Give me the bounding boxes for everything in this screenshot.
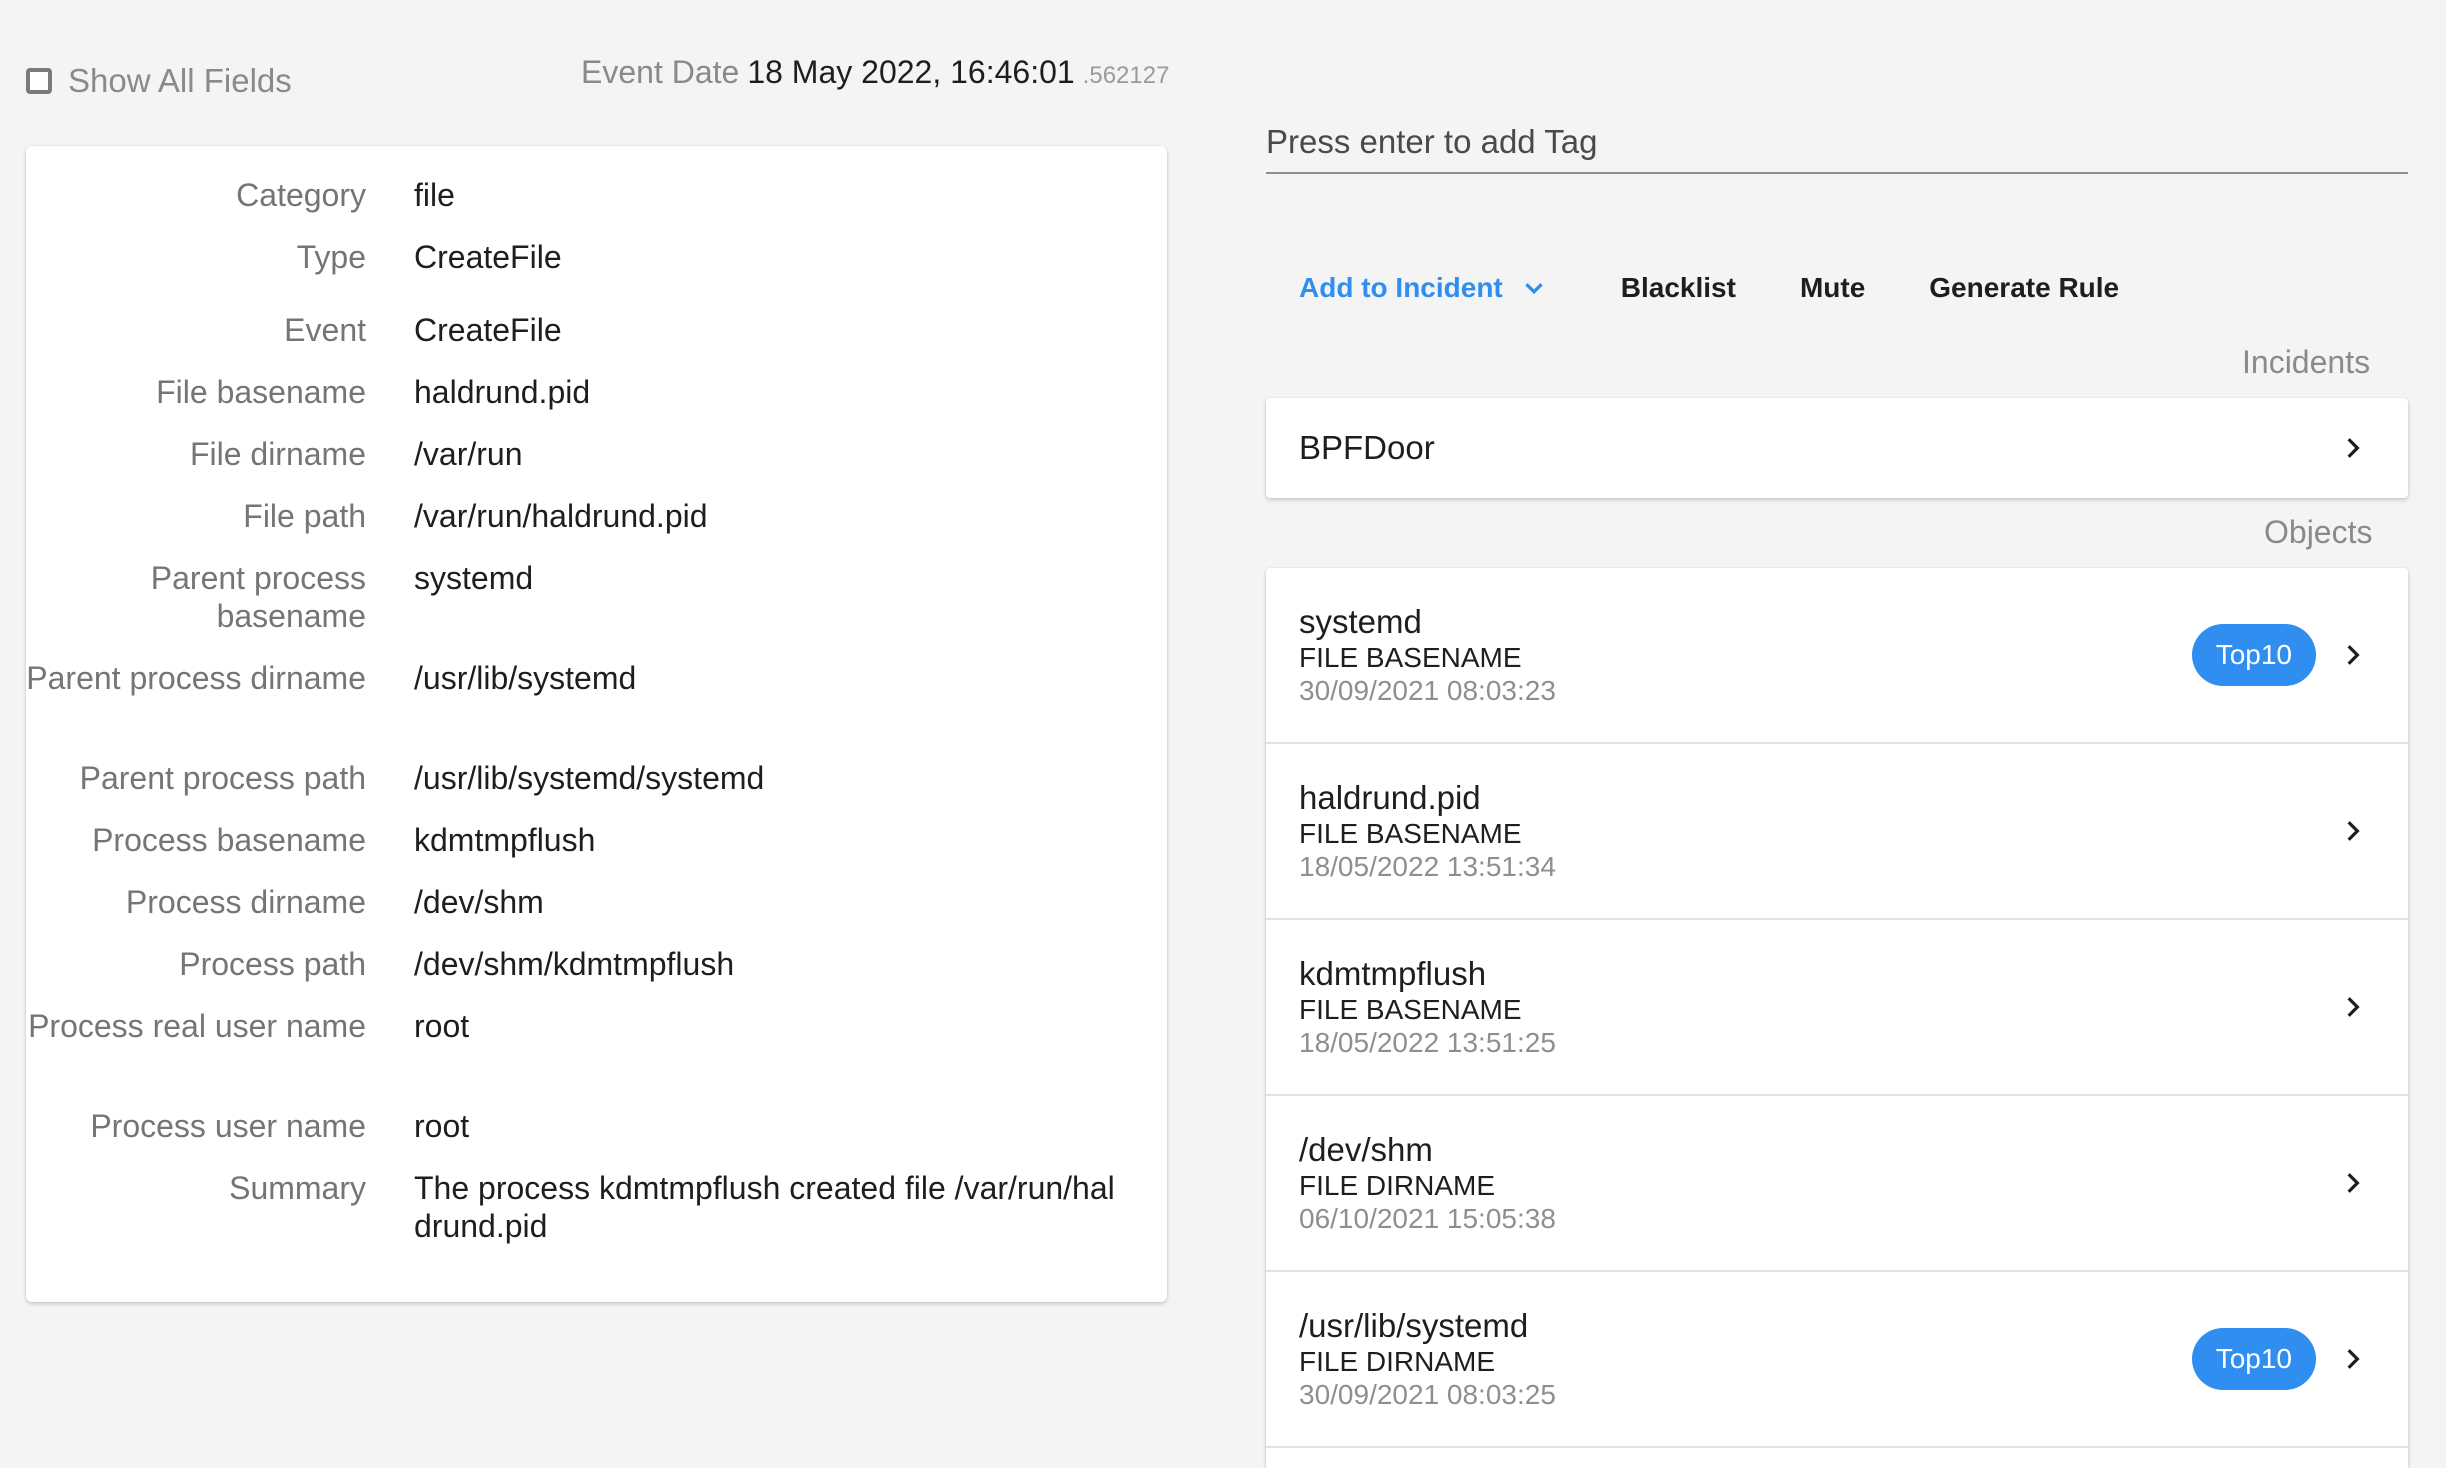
field-label: File dirname (189, 436, 366, 472)
action-bar: Add to Incident Blacklist Mute Generate … (1299, 272, 2183, 304)
field-value: root (414, 1008, 470, 1044)
chevron-right-icon (2347, 821, 2360, 841)
chevron-right-icon (2347, 645, 2360, 665)
field-row: Parent process path /usr/lib/systemd/sys… (26, 759, 1167, 821)
field-row: Type CreateFile (26, 238, 1167, 311)
blacklist-button[interactable]: Blacklist (1621, 272, 1736, 304)
field-value: /var/run/haldrund.pid (414, 498, 708, 534)
object-item[interactable]: systemd FILE BASENAME 30/09/2021 08:03:2… (1266, 568, 2408, 744)
objects-list: systemd FILE BASENAME 30/09/2021 08:03:2… (1266, 568, 2408, 1468)
field-label: Process user name (90, 1108, 366, 1144)
show-all-fields-label: Show All Fields (68, 62, 292, 99)
object-type: FILE BASENAME (1299, 642, 1522, 673)
top10-badge: Top10 (2191, 1328, 2316, 1390)
chevron-down-icon (1525, 283, 1543, 295)
field-row: Process user name root (26, 1107, 1167, 1169)
field-row: Summary The process kdmtmpflush created … (26, 1169, 1167, 1269)
field-value: /usr/lib/systemd/systemd (414, 760, 765, 796)
object-item[interactable]: /dev/shm FILE DIRNAME 06/10/2021 15:05:3… (1266, 1096, 2408, 1272)
object-date: 06/10/2021 15:05:38 (1299, 1203, 1556, 1234)
object-type: FILE DIRNAME (1299, 1346, 1496, 1377)
field-label: File path (243, 498, 366, 534)
field-value: root (414, 1108, 470, 1144)
object-type: FILE DIRNAME (1299, 1170, 1496, 1201)
field-value: /usr/lib/systemd (414, 660, 637, 696)
field-row: Category file (26, 176, 1167, 238)
object-name: kdmtmpflush (1299, 955, 1487, 992)
object-type: FILE BASENAME (1299, 818, 1522, 849)
incident-item[interactable]: BPFDoor (1266, 398, 2408, 498)
event-date-value: 18 May 2022, 16:46:01 (747, 54, 1075, 90)
field-label: Event (284, 312, 366, 348)
object-type: FILE BASENAME (1299, 994, 1522, 1025)
chevron-right-icon (2347, 1349, 2360, 1369)
field-label: Process basename (92, 822, 366, 858)
field-value: file (414, 177, 455, 213)
field-label: Process dirname (125, 884, 366, 920)
add-to-incident-dropdown[interactable]: Add to Incident (1299, 272, 1547, 304)
field-row: Parent process basename systemd (26, 559, 1167, 659)
field-value: /var/run (414, 436, 523, 472)
field-row: Process basename kdmtmpflush (26, 821, 1167, 883)
field-label: Process real user name (28, 1008, 366, 1044)
field-value: kdmtmpflush (414, 822, 596, 858)
incidents-heading: Incidents (2242, 344, 2371, 380)
field-label: Type (296, 239, 366, 275)
mute-button[interactable]: Mute (1800, 272, 1865, 304)
object-name: /usr/lib/systemd (1299, 1307, 1529, 1344)
object-date: 30/09/2021 08:03:25 (1299, 1379, 1556, 1410)
field-label: Summary (229, 1170, 366, 1206)
object-date: 30/09/2021 08:03:23 (1299, 675, 1556, 706)
object-date: 18/05/2022 13:51:25 (1299, 1027, 1556, 1058)
show-all-fields-toggle[interactable]: Show All Fields (26, 62, 292, 100)
object-item[interactable]: kdmtmpflush FILE BASENAME 18/05/2022 13:… (1266, 920, 2408, 1096)
field-row: File path /var/run/haldrund.pid (26, 497, 1167, 559)
field-label: Category (236, 177, 366, 213)
field-row: File dirname /var/run (26, 435, 1167, 497)
object-item[interactable]: /usr/lib/systemd FILE DIRNAME 30/09/2021… (1266, 1272, 2408, 1448)
object-date: 18/05/2022 13:51:34 (1299, 851, 1556, 882)
checkbox-unchecked-icon[interactable] (26, 68, 52, 94)
add-to-incident-label: Add to Incident (1299, 272, 1503, 303)
chevron-right-icon (2347, 1173, 2360, 1193)
event-fields-card: Category file Type CreateFile Event Crea… (26, 146, 1167, 1302)
field-value: systemd (414, 560, 534, 596)
field-row: Event CreateFile (26, 311, 1167, 373)
incident-name: BPFDoor (1299, 429, 1435, 466)
field-label: Process path (179, 946, 366, 982)
field-row: File basename haldrund.pid (26, 373, 1167, 435)
field-value: CreateFile (414, 312, 562, 348)
object-name: systemd (1299, 603, 1422, 640)
chevron-right-icon (2347, 997, 2360, 1017)
object-name: /dev/shm (1299, 1131, 1433, 1168)
generate-rule-button[interactable]: Generate Rule (1929, 272, 2119, 304)
object-item[interactable]: haldrund.pid FILE BASENAME 18/05/2022 13… (1266, 744, 2408, 920)
field-label: Parent process basename (150, 560, 366, 634)
object-name: haldrund.pid (1299, 779, 1481, 816)
objects-heading: Objects (2264, 514, 2373, 550)
field-value: /dev/shm (414, 884, 544, 920)
event-date-microseconds: .562127 (1082, 62, 1170, 89)
field-label: Parent process dirname (26, 660, 366, 696)
chevron-right-icon (2347, 438, 2360, 458)
field-value: The process kdmtmpflush created file /va… (414, 1170, 1115, 1244)
event-date: Event Date 18 May 2022, 16:46:01 .562127 (581, 54, 1169, 91)
event-date-label: Event Date (581, 54, 740, 90)
field-value: haldrund.pid (414, 374, 591, 410)
field-value: /dev/shm/kdmtmpflush (414, 946, 735, 982)
field-row: Process real user name root (26, 1007, 1167, 1107)
field-value: CreateFile (414, 239, 562, 275)
field-label: File basename (156, 374, 366, 410)
field-row: Parent process dirname /usr/lib/systemd (26, 659, 1167, 759)
add-tag-input[interactable] (1266, 112, 2408, 174)
top10-badge: Top10 (2191, 624, 2316, 686)
field-row: Process dirname /dev/shm (26, 883, 1167, 945)
field-label: Parent process path (79, 760, 366, 796)
field-row: Process path /dev/shm/kdmtmpflush (26, 945, 1167, 1007)
